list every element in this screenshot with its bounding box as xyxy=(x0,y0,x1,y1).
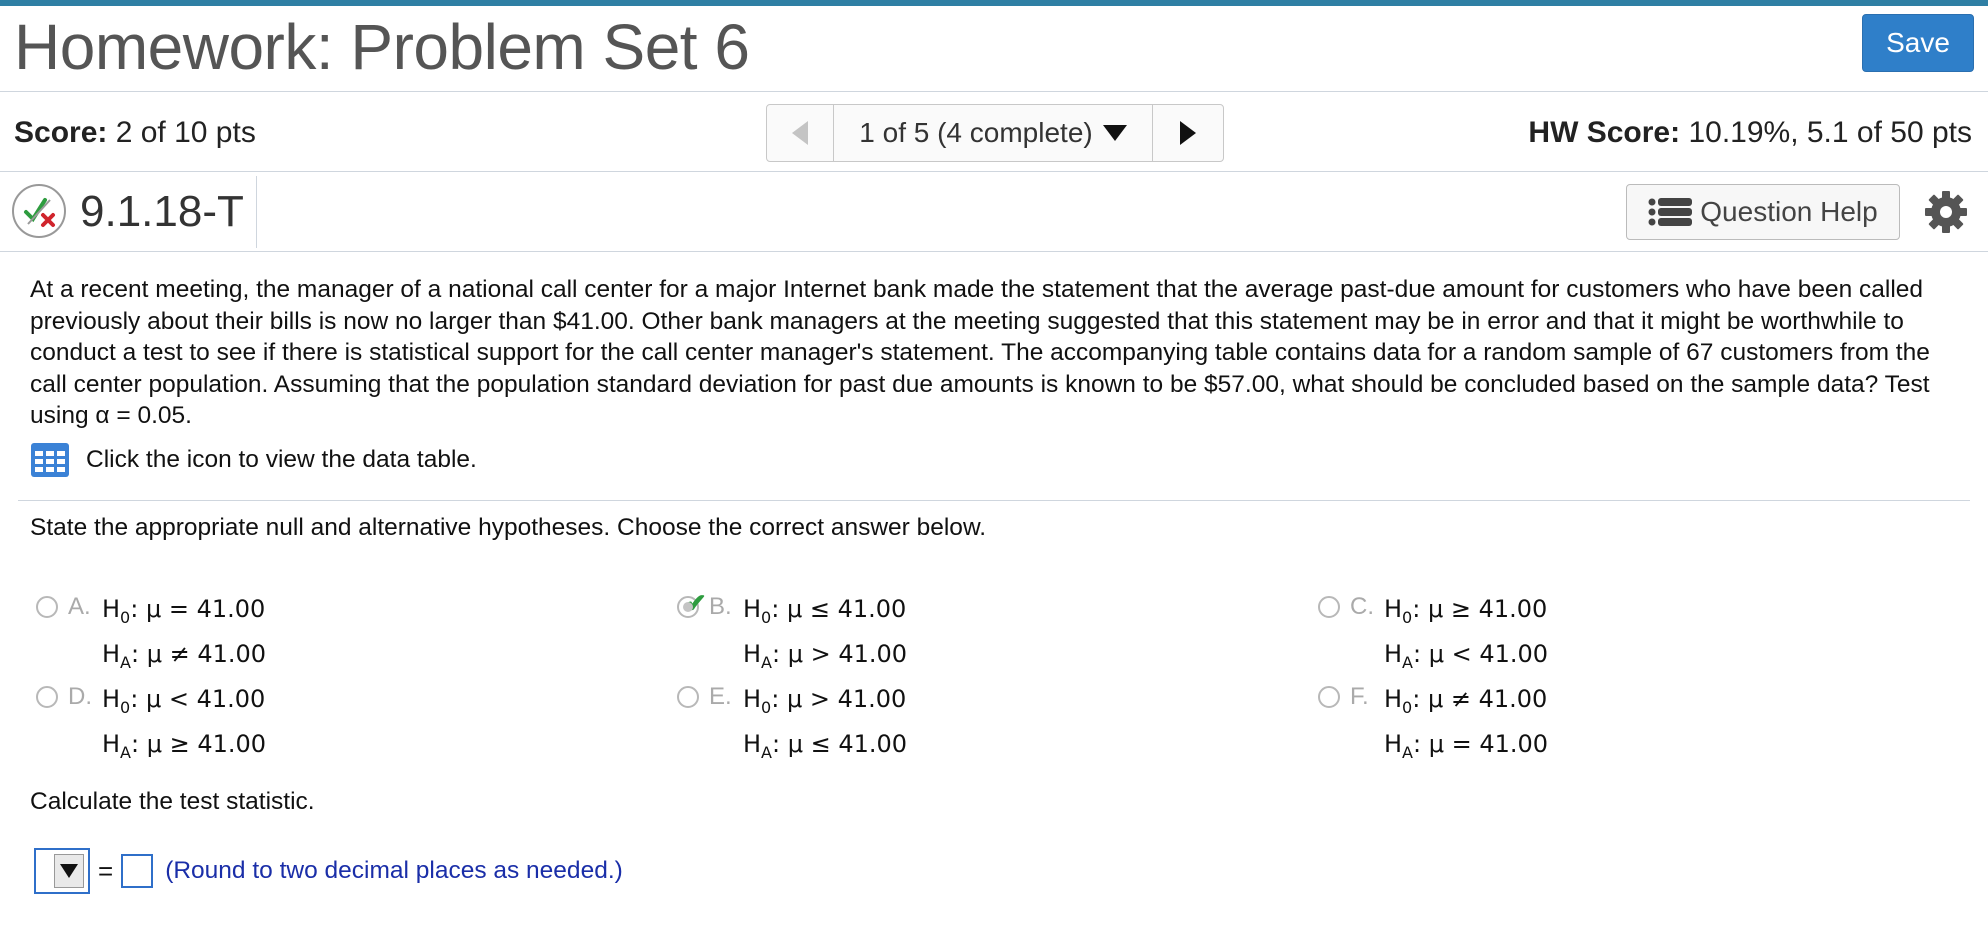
radio-button-selected[interactable]: ✔ xyxy=(677,588,707,618)
divider xyxy=(256,176,257,248)
radio-button[interactable] xyxy=(677,686,699,708)
option-e[interactable]: E. H0: μ > 41.00 HA: μ ≤ 41.00 xyxy=(677,681,907,771)
question-help-label: Question Help xyxy=(1700,196,1878,227)
instruction: State the appropriate null and alternati… xyxy=(30,514,987,541)
caret-down-icon xyxy=(1102,125,1127,141)
score: Score: 2 of 10 pts xyxy=(14,116,256,150)
check-icon: ✔ xyxy=(685,588,707,618)
radio-button[interactable] xyxy=(1318,596,1340,618)
data-table-link[interactable]: Click the icon to view the data table. xyxy=(30,442,477,478)
calc-instruction: Calculate the test statistic. xyxy=(30,788,315,815)
next-question-button[interactable] xyxy=(1153,105,1223,161)
top-accent-bar xyxy=(0,0,1988,6)
dropdown-arrow[interactable] xyxy=(54,854,84,888)
divider xyxy=(0,171,1988,172)
alt-hypothesis: HA: μ > 41.00 xyxy=(743,639,908,672)
null-hypothesis: H0: μ > 41.00 xyxy=(743,685,907,717)
hw-score-label: HW Score: xyxy=(1528,116,1681,149)
option-b[interactable]: ✔ B. H0: μ ≤ 41.00 HA: μ > 41.00 xyxy=(677,588,908,681)
page-title: Homework: Problem Set 6 xyxy=(14,11,750,83)
divider xyxy=(0,251,1988,252)
previous-question-button[interactable] xyxy=(767,105,834,161)
problem-statement: At a recent meeting, the manager of a na… xyxy=(30,276,1930,429)
list-icon xyxy=(1648,198,1693,226)
question-id: 9.1.18-T xyxy=(80,187,244,236)
divider xyxy=(0,91,1988,92)
null-hypothesis: H0: μ < 41.00 xyxy=(102,685,266,717)
option-letter: D. xyxy=(68,683,92,710)
question-help-button[interactable]: Question Help xyxy=(1626,184,1900,240)
radio-button[interactable] xyxy=(1318,686,1340,708)
statistic-select[interactable] xyxy=(34,848,90,894)
score-value: 2 of 10 pts xyxy=(115,116,256,149)
gear-icon[interactable] xyxy=(1924,190,1968,234)
alt-hypothesis: HA: μ ≥ 41.00 xyxy=(102,729,267,762)
equals-sign: = xyxy=(98,855,114,886)
question-position-dropdown[interactable]: 1 of 5 (4 complete) xyxy=(834,105,1153,161)
hw-score: HW Score: 10.19%, 5.1 of 50 pts xyxy=(1528,116,1972,150)
null-hypothesis: H0: μ ≠ 41.00 xyxy=(1384,685,1548,717)
null-hypothesis: H0: μ ≤ 41.00 xyxy=(743,595,907,627)
test-statistic-input[interactable] xyxy=(121,854,154,888)
alt-hypothesis: HA: μ < 41.00 xyxy=(1384,639,1549,672)
caret-down-icon xyxy=(60,864,78,878)
option-f[interactable]: F. H0: μ ≠ 41.00 HA: μ = 41.00 xyxy=(1318,681,1548,771)
table-icon[interactable] xyxy=(30,442,70,478)
chevron-right-icon xyxy=(1180,121,1196,145)
option-d[interactable]: D. H0: μ < 41.00 HA: μ ≥ 41.00 xyxy=(36,681,266,771)
question-position: 1 of 5 (4 complete) xyxy=(859,117,1093,148)
divider xyxy=(18,500,1970,501)
alt-hypothesis: HA: μ ≤ 41.00 xyxy=(743,729,908,762)
null-hypothesis: H0: μ = 41.00 xyxy=(102,595,266,627)
partial-correct-icon xyxy=(12,184,66,238)
score-label: Score: xyxy=(14,116,108,149)
radio-button[interactable] xyxy=(36,686,58,708)
option-letter: A. xyxy=(68,593,91,620)
option-letter: B. xyxy=(709,593,732,620)
alt-hypothesis: HA: μ ≠ 41.00 xyxy=(102,639,267,672)
rounding-note: (Round to two decimal places as needed.) xyxy=(165,857,623,884)
radio-button[interactable] xyxy=(36,596,58,618)
alt-hypothesis: HA: μ = 41.00 xyxy=(1384,729,1549,762)
null-hypothesis: H0: μ ≥ 41.00 xyxy=(1384,595,1548,627)
save-button[interactable]: Save xyxy=(1862,14,1974,72)
question-navigator: 1 of 5 (4 complete) xyxy=(766,104,1224,162)
chevron-left-icon xyxy=(792,121,808,145)
option-a[interactable]: A. H0: μ = 41.00 HA: μ ≠ 41.00 xyxy=(36,591,266,681)
option-letter: F. xyxy=(1350,683,1369,710)
option-letter: C. xyxy=(1350,593,1374,620)
answer-row: = (Round to two decimal places as needed… xyxy=(34,848,623,894)
option-letter: E. xyxy=(709,683,732,710)
option-c[interactable]: C. H0: μ ≥ 41.00 HA: μ < 41.00 xyxy=(1318,591,1548,681)
data-table-link-text: Click the icon to view the data table. xyxy=(86,446,477,473)
hw-score-value: 10.19%, 5.1 of 50 pts xyxy=(1688,116,1972,149)
